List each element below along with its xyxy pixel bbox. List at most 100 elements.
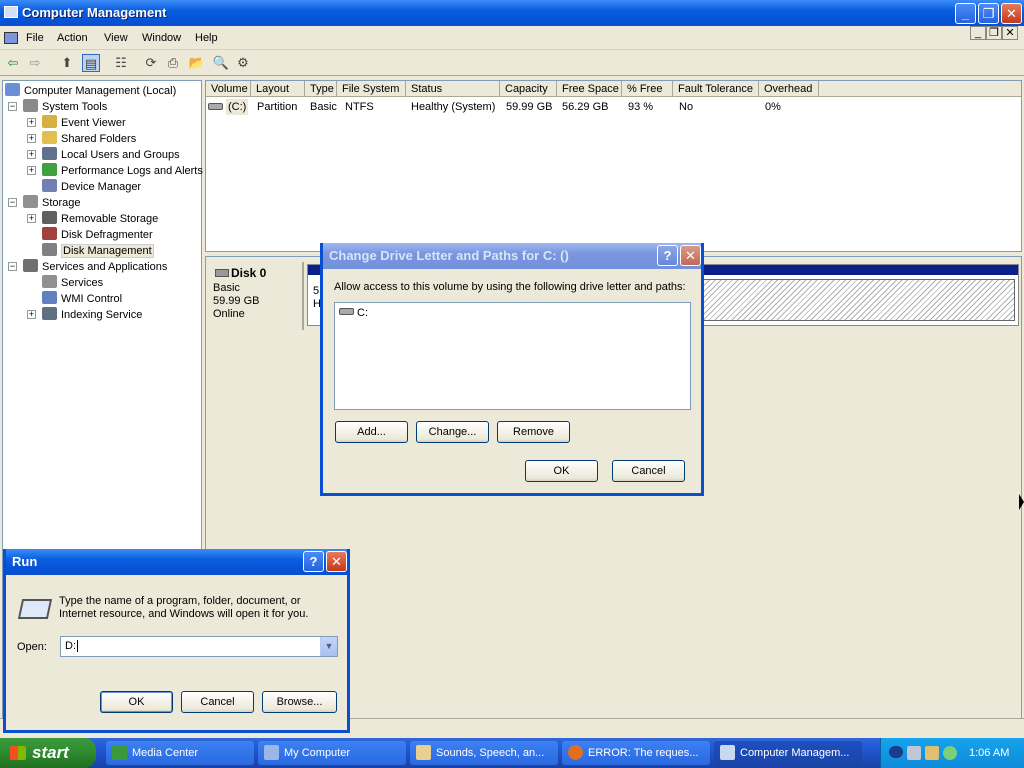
refresh-icon[interactable]: ⟳: [142, 54, 160, 72]
menu-window[interactable]: Window: [142, 26, 181, 50]
taskbar-button-sounds[interactable]: Sounds, Speech, an...: [410, 741, 558, 765]
column-header[interactable]: Layout: [251, 81, 305, 97]
drive-ok-button[interactable]: OK: [525, 460, 598, 482]
tree-node-icon: [23, 99, 38, 112]
tree-expander[interactable]: +: [27, 214, 36, 223]
tray-volume-icon[interactable]: [925, 746, 939, 760]
restore-button[interactable]: ❐: [978, 3, 999, 24]
table-cell: 59.99 GB: [506, 101, 553, 113]
browse-button[interactable]: Browse...: [262, 691, 337, 713]
show-hide-tree-icon[interactable]: ▤: [82, 54, 100, 72]
list-item[interactable]: C:: [339, 306, 368, 320]
up-one-level-icon[interactable]: ⬆: [58, 54, 76, 72]
tree-item[interactable]: Disk Management: [42, 243, 154, 259]
run-cancel-button[interactable]: Cancel: [181, 691, 254, 713]
column-header[interactable]: Type: [305, 81, 337, 97]
table-row[interactable]: (C:) Partition Basic NTFS Healthy (System) 59…: [206, 99, 1021, 115]
run-dialog-titlebar[interactable]: Run ? ✕: [6, 549, 347, 575]
tree-item[interactable]: Shared Folders: [42, 131, 136, 147]
chevron-down-icon[interactable]: ▼: [320, 637, 337, 656]
mouse-cursor: [1019, 494, 1024, 510]
drive-paths-list[interactable]: C:: [334, 302, 691, 410]
tray-eye-icon[interactable]: [889, 746, 903, 758]
tree-expander[interactable]: −: [8, 262, 17, 271]
tree-item-label: Services: [61, 277, 104, 289]
settings-icon[interactable]: ⚙: [234, 54, 252, 72]
tree-item[interactable]: Services: [42, 275, 103, 291]
tree-item[interactable]: WMI Control: [42, 291, 122, 307]
add-button[interactable]: Add...: [335, 421, 408, 443]
remove-button[interactable]: Remove: [497, 421, 570, 443]
tray-clock-icon[interactable]: [943, 746, 957, 760]
drive-cancel-button[interactable]: Cancel: [612, 460, 685, 482]
open-combobox[interactable]: D: ▼: [60, 636, 338, 657]
column-header[interactable]: Overhead: [759, 81, 819, 97]
mdi-restore-button[interactable]: ❐: [986, 26, 1002, 40]
tree-item[interactable]: Event Viewer: [42, 115, 126, 131]
tree-item[interactable]: Services and Applications: [23, 259, 167, 275]
drive-dialog-help-button[interactable]: ?: [657, 245, 678, 266]
menu-help[interactable]: Help: [195, 26, 218, 50]
my-computer-icon: [264, 745, 279, 760]
menu-view[interactable]: View: [104, 26, 128, 50]
properties-icon[interactable]: ☷: [112, 54, 130, 72]
tray-network-icon[interactable]: [907, 746, 921, 760]
menu-file[interactable]: File: [26, 26, 44, 50]
tree-item[interactable]: Computer Management (Local): [5, 83, 176, 99]
tree-item[interactable]: Storage: [23, 195, 81, 211]
menu-action[interactable]: Action: [57, 26, 88, 50]
open-icon[interactable]: 📂: [188, 54, 206, 72]
taskbar-button-error[interactable]: ERROR: The reques...: [562, 741, 710, 765]
partition-text-1: 5: [313, 285, 320, 297]
tree-expander[interactable]: +: [27, 150, 36, 159]
run-dialog: Run ? ✕ Type the name of a program, fold…: [3, 549, 350, 733]
run-ok-button[interactable]: OK: [100, 691, 173, 713]
search-icon[interactable]: 🔍: [212, 54, 230, 72]
tree-item[interactable]: System Tools: [23, 99, 107, 115]
run-help-button[interactable]: ?: [303, 551, 324, 572]
clock[interactable]: 1:06 AM: [969, 738, 1009, 768]
column-header[interactable]: Fault Tolerance: [673, 81, 759, 97]
column-header[interactable]: Free Space: [557, 81, 622, 97]
taskbar-button-computer-management[interactable]: Computer Managem...: [714, 741, 862, 765]
tree-item[interactable]: Indexing Service: [42, 307, 142, 323]
main-titlebar[interactable]: Computer Management _ ❐ ✕: [0, 0, 1024, 26]
sounds-icon: [416, 745, 431, 760]
column-header[interactable]: % Free: [622, 81, 673, 97]
forward-icon[interactable]: ⇨: [26, 54, 44, 72]
taskbar-label: Media Center: [132, 747, 199, 759]
column-header[interactable]: Capacity: [500, 81, 557, 97]
column-header[interactable]: Volume: [206, 81, 251, 97]
taskbar: start Media Center My Computer Sounds, S…: [0, 738, 1024, 768]
run-close-button[interactable]: ✕: [326, 551, 347, 572]
column-header[interactable]: File System: [337, 81, 406, 97]
start-button[interactable]: start: [0, 738, 96, 768]
back-icon[interactable]: ⇦: [4, 54, 22, 72]
disk-info[interactable]: Disk 0 Basic 59.99 GB Online: [207, 262, 304, 330]
mdi-close-button[interactable]: ✕: [1002, 26, 1018, 40]
tree-expander[interactable]: +: [27, 118, 36, 127]
tree-expander[interactable]: +: [27, 166, 36, 175]
change-button[interactable]: Change...: [416, 421, 489, 443]
mdi-minimize-button[interactable]: _: [970, 26, 986, 40]
tree-expander[interactable]: +: [27, 134, 36, 143]
taskbar-button-media-center[interactable]: Media Center: [106, 741, 254, 765]
minimize-button[interactable]: _: [955, 3, 976, 24]
tree-item[interactable]: Removable Storage: [42, 211, 158, 227]
open-input[interactable]: D:: [65, 640, 78, 652]
tree-expander[interactable]: −: [8, 102, 17, 111]
tree-item[interactable]: Performance Logs and Alerts: [42, 163, 203, 179]
tree-item[interactable]: Disk Defragmenter: [42, 227, 153, 243]
tree-node-icon: [42, 227, 57, 240]
tree-item[interactable]: Device Manager: [42, 179, 141, 195]
close-button[interactable]: ✕: [1001, 3, 1022, 24]
tree-expander[interactable]: −: [8, 198, 17, 207]
tree-item-label: WMI Control: [61, 293, 123, 305]
tree-expander[interactable]: +: [27, 310, 36, 319]
drive-dialog-titlebar[interactable]: Change Drive Letter and Paths for C: () …: [323, 243, 701, 269]
tree-item[interactable]: Local Users and Groups: [42, 147, 180, 163]
column-header[interactable]: Status: [406, 81, 500, 97]
taskbar-button-my-computer[interactable]: My Computer: [258, 741, 406, 765]
export-list-icon[interactable]: ⎙: [164, 54, 182, 72]
drive-dialog-close-button[interactable]: ✕: [680, 245, 701, 266]
